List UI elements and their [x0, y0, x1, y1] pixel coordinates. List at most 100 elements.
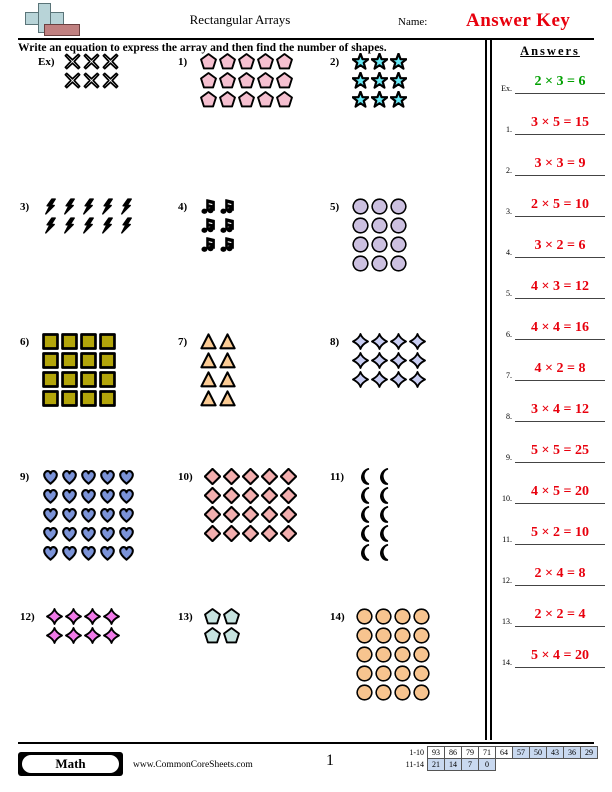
array-shape-circle-icon	[390, 236, 407, 253]
answer-number: 12.	[502, 576, 512, 585]
score-cell-empty	[547, 759, 564, 771]
array-shape-circle-icon	[375, 627, 392, 644]
answer-row: 12. 2 × 4 = 8	[496, 556, 608, 586]
array-shape-heart-icon	[99, 525, 116, 542]
array-shape-triangle-icon	[219, 352, 236, 369]
score-cell: 14	[444, 758, 462, 771]
array-shape-triangle-icon	[219, 390, 236, 407]
array-row	[356, 544, 392, 561]
array-row	[356, 506, 392, 523]
array-shape-diamond-round-icon	[409, 371, 426, 388]
array-shape-pentagon-icon	[238, 53, 255, 70]
answer-number: 4.	[506, 248, 512, 257]
answer-number: 8.	[506, 412, 512, 421]
array-shape-diamond-icon	[261, 506, 278, 523]
score-cell: 71	[478, 746, 496, 759]
array-shape-x-mark-icon	[64, 53, 81, 70]
array-shape-circle-icon	[413, 665, 430, 682]
answer-number: 3.	[506, 207, 512, 216]
array-shape-circle-icon	[371, 236, 388, 253]
array-shape-heart-icon	[61, 487, 78, 504]
array-shape-triangle-icon	[200, 333, 217, 350]
array-shape-moon-icon	[375, 544, 392, 561]
array-shape-music-note-icon	[219, 198, 236, 215]
array-shape-star-icon	[352, 53, 369, 70]
answer-value: 4 × 3 = 12	[515, 276, 605, 299]
array-shape-star-icon	[352, 72, 369, 89]
array-shape-diamond-round-icon	[352, 352, 369, 369]
array-shape-diamond-icon	[204, 468, 221, 485]
array-shape-x-mark-icon	[102, 72, 119, 89]
answer-value: 4 × 2 = 8	[515, 358, 605, 381]
array-shape-pentagon-icon	[276, 91, 293, 108]
answer-row: 4. 3 × 2 = 6	[496, 228, 608, 258]
array-row	[200, 333, 236, 350]
array-shape-circle-icon	[375, 608, 392, 625]
array-shape-pentagon-icon	[276, 53, 293, 70]
array-shape-diamond-round-icon	[390, 352, 407, 369]
answer-value: 3 × 3 = 9	[515, 153, 605, 176]
array-shape-lightning-icon	[118, 217, 135, 234]
problem-label: 13)	[178, 611, 193, 623]
array-shape-diamond-icon	[204, 525, 221, 542]
problem-label: 6)	[20, 336, 30, 348]
answer-number: 6.	[506, 330, 512, 339]
shape-array	[46, 608, 120, 646]
array-shape-circle-icon	[394, 627, 411, 644]
array-shape-x-mark-icon	[83, 72, 100, 89]
array-shape-circle-icon	[390, 255, 407, 272]
array-shape-diamond-round-icon	[84, 627, 101, 644]
array-shape-square-icon	[80, 371, 97, 388]
answer-row: 6. 4 × 4 = 16	[496, 310, 608, 340]
array-shape-pentagon-icon	[223, 608, 240, 625]
header-divider	[18, 38, 594, 40]
problem-label: 7)	[178, 336, 188, 348]
array-row	[352, 217, 407, 234]
answers-divider-right	[490, 40, 492, 740]
array-shape-circle-icon	[371, 198, 388, 215]
array-shape-diamond-icon	[204, 506, 221, 523]
array-row	[200, 371, 236, 388]
array-shape-circle-icon	[390, 217, 407, 234]
answer-value: 5 × 4 = 20	[515, 645, 605, 668]
array-shape-lightning-icon	[80, 198, 97, 215]
score-table: 1-10 93 86 79 71 64 57 50 43 36 29 11-14 21 14 7 0	[398, 746, 598, 771]
array-shape-heart-icon	[61, 506, 78, 523]
array-row	[352, 255, 407, 272]
answer-value: 2 × 5 = 10	[515, 194, 605, 217]
score-table-body: 1-10 93 86 79 71 64 57 50 43 36 29 11-14 21 14 7 0	[398, 746, 598, 771]
array-shape-circle-icon	[352, 255, 369, 272]
array-shape-heart-icon	[61, 544, 78, 561]
array-shape-square-icon	[80, 333, 97, 350]
array-shape-x-mark-icon	[64, 72, 81, 89]
array-shape-heart-icon	[42, 525, 59, 542]
array-row	[200, 390, 236, 407]
array-shape-circle-icon	[356, 646, 373, 663]
answer-number: Ex.	[501, 84, 512, 93]
page-number: 1	[326, 752, 334, 769]
array-shape-moon-icon	[375, 506, 392, 523]
array-shape-pentagon-icon	[276, 72, 293, 89]
array-row	[352, 352, 426, 369]
answer-number: 10.	[502, 494, 512, 503]
score-range-label: 1-10	[409, 748, 424, 757]
array-shape-pentagon-icon	[257, 72, 274, 89]
array-shape-square-icon	[42, 371, 59, 388]
array-shape-diamond-icon	[223, 487, 240, 504]
array-shape-star-icon	[390, 91, 407, 108]
array-shape-triangle-icon	[200, 352, 217, 369]
answer-number: 7.	[506, 371, 512, 380]
array-shape-circle-icon	[371, 255, 388, 272]
array-shape-circle-icon	[394, 684, 411, 701]
array-shape-heart-icon	[61, 525, 78, 542]
answer-row: 10. 4 × 5 = 20	[496, 474, 608, 504]
array-row	[42, 487, 135, 504]
array-row	[204, 525, 297, 542]
shape-array	[356, 468, 392, 563]
array-row	[42, 198, 135, 215]
array-shape-triangle-icon	[200, 390, 217, 407]
answer-number: 9.	[506, 453, 512, 462]
array-shape-square-icon	[42, 390, 59, 407]
array-row	[46, 627, 120, 644]
array-shape-pentagon-icon	[204, 608, 221, 625]
